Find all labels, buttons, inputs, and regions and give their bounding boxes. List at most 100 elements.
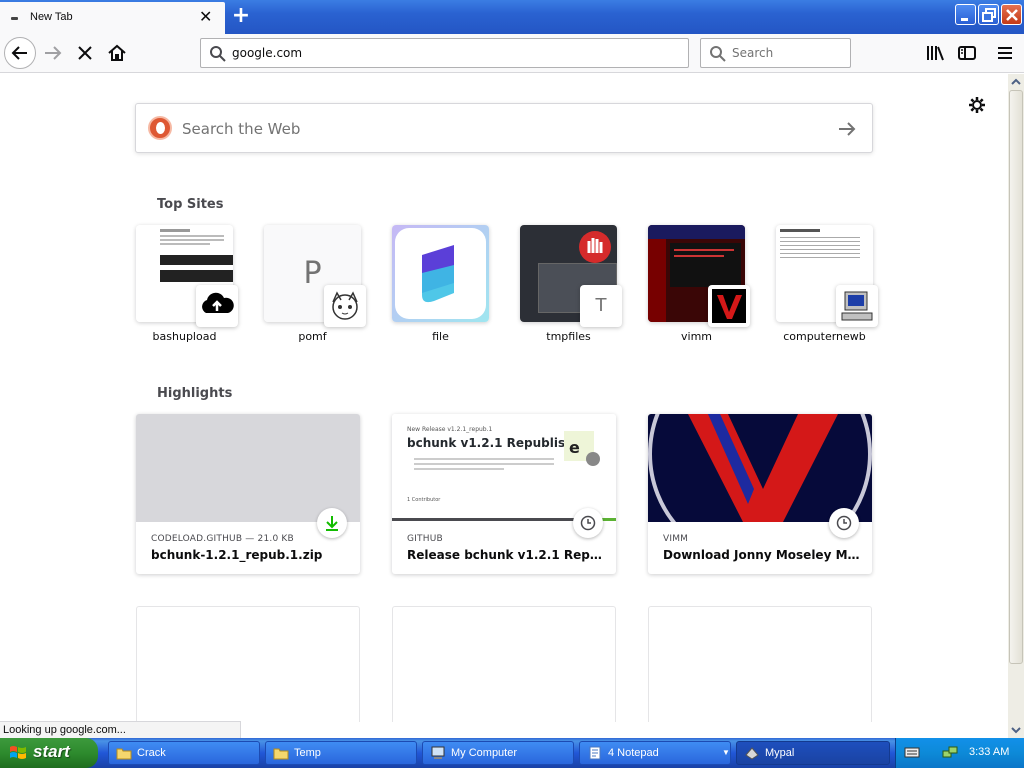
github-icon: e	[564, 431, 600, 466]
close-window-button[interactable]	[1001, 4, 1022, 25]
stop-hand-icon	[579, 231, 611, 263]
sidebar-icon[interactable]	[956, 42, 978, 64]
group-dropdown-icon[interactable]: ▼	[722, 748, 730, 757]
vimm-logo-icon	[708, 285, 750, 327]
top-site-letter-badge: T	[580, 285, 622, 327]
my-computer-icon	[431, 746, 445, 759]
file-logo-icon	[392, 225, 489, 322]
empty-placeholder-card	[392, 606, 616, 722]
taskbar: start Crack Temp My Computer 4 Notepad ▼…	[0, 738, 1024, 768]
scroll-down-icon[interactable]	[1008, 722, 1024, 738]
highlight-card[interactable]: VIMM Download Jonny Moseley Mad T...	[648, 414, 872, 574]
highlight-title: Download Jonny Moseley Mad T...	[663, 548, 863, 562]
restore-button[interactable]	[978, 4, 999, 25]
top-site-tmpfiles[interactable]: T tmpfiles	[520, 225, 622, 345]
taskbar-item-my-computer[interactable]: My Computer	[422, 741, 574, 765]
tab-close-icon[interactable]: ✕	[199, 9, 212, 25]
folder-icon	[116, 748, 132, 760]
top-site-file[interactable]: file	[392, 225, 489, 345]
new-tab-button[interactable]: +	[229, 3, 253, 29]
folder-icon	[273, 748, 289, 760]
forward-arrow-icon[interactable]	[42, 42, 64, 64]
highlights-heading: Highlights	[157, 386, 233, 401]
thumb-contributors: 1 Contributor	[407, 497, 441, 503]
start-button[interactable]: start	[0, 738, 98, 768]
back-button[interactable]	[4, 37, 36, 69]
stop-icon[interactable]	[74, 42, 96, 64]
top-site-bashupload[interactable]: bashupload	[136, 225, 238, 345]
anime-avatar-icon	[324, 285, 366, 327]
mypal-icon	[745, 747, 759, 760]
navigation-toolbar: google.com Search	[0, 34, 1024, 73]
highlight-title: Release bchunk v1.2.1 Republish ...	[407, 548, 607, 562]
highlight-thumbnail	[648, 414, 872, 522]
scrollbar-thumb[interactable]	[1009, 90, 1023, 664]
search-placeholder: Search	[732, 46, 774, 60]
taskbar-item-mypal[interactable]: Mypal	[736, 741, 890, 765]
top-site-label: tmpfiles	[546, 330, 591, 343]
url-bar[interactable]: google.com	[200, 38, 689, 68]
top-site-computernewb[interactable]: computernewb	[776, 225, 878, 345]
search-icon	[710, 46, 726, 62]
tab-strip: New Tab ✕ +	[0, 0, 1024, 34]
taskbar-item-temp[interactable]: Temp	[265, 741, 417, 765]
new-tab-page: Search the Web Top Sites bashupload P po…	[0, 74, 1008, 722]
top-site-label: vimm	[681, 330, 712, 343]
minimize-icon	[961, 18, 968, 21]
clock: 3:33 AM	[969, 746, 1010, 758]
system-tray: 3:33 AM	[895, 738, 1024, 768]
windows-logo-icon	[10, 746, 26, 759]
thumb-heading: bchunk v1.2.1 Republish	[407, 436, 574, 450]
loading-throbber-icon	[11, 17, 18, 20]
back-arrow-icon	[11, 46, 27, 60]
top-site-label: pomf	[298, 330, 327, 343]
hamburger-menu-icon[interactable]	[994, 42, 1016, 64]
web-search-box[interactable]: Search the Web	[135, 103, 873, 153]
top-site-pomf[interactable]: P pomf	[264, 225, 366, 345]
taskbar-item-crack[interactable]: Crack	[108, 741, 260, 765]
scroll-up-icon[interactable]	[1008, 74, 1024, 90]
minimize-button[interactable]	[955, 4, 976, 25]
download-icon	[317, 508, 347, 538]
svg-text:e: e	[569, 438, 580, 457]
top-sites-heading: Top Sites	[157, 197, 224, 212]
notepad-icon	[589, 746, 601, 760]
clock-icon	[829, 508, 859, 538]
restore-icon	[982, 8, 996, 22]
top-site-label: file	[432, 330, 449, 343]
taskbar-item-notepad[interactable]: 4 Notepad ▼	[579, 741, 731, 765]
keyboard-icon[interactable]	[904, 745, 920, 759]
highlight-card[interactable]: CODELOAD.GITHUB — 21.0 KB bchunk-1.2.1_r…	[136, 414, 360, 574]
library-icon[interactable]	[924, 42, 946, 64]
highlight-card[interactable]: New Release v1.2.1_repub.1 bchunk v1.2.1…	[392, 414, 616, 574]
top-site-label: bashupload	[152, 330, 217, 343]
highlight-title: bchunk-1.2.1_repub.1.zip	[151, 548, 323, 562]
tab-new-tab[interactable]: New Tab ✕	[0, 2, 225, 34]
home-icon[interactable]	[106, 42, 128, 64]
highlight-source: VIMM	[663, 534, 689, 544]
highlight-source: GITHUB	[407, 534, 443, 544]
close-icon	[1006, 9, 1018, 21]
search-box[interactable]: Search	[700, 38, 851, 68]
network-icon[interactable]	[942, 745, 958, 761]
url-text: google.com	[232, 46, 303, 60]
highlight-source: CODELOAD.GITHUB — 21.0 KB	[151, 534, 294, 544]
thumb-kicker: New Release v1.2.1_repub.1	[407, 426, 493, 433]
empty-placeholder-card	[136, 606, 360, 722]
highlight-thumbnail: New Release v1.2.1_repub.1 bchunk v1.2.1…	[392, 414, 616, 522]
search-icon	[210, 46, 226, 62]
gear-icon[interactable]	[966, 94, 988, 116]
clock-icon	[573, 508, 603, 538]
tab-title: New Tab	[30, 11, 73, 23]
duckduckgo-icon	[148, 116, 172, 140]
computer-icon	[836, 285, 878, 327]
top-site-vimm[interactable]: vimm	[648, 225, 750, 345]
vertical-scrollbar[interactable]	[1008, 74, 1024, 738]
arrow-right-icon[interactable]	[836, 118, 858, 140]
web-search-placeholder: Search the Web	[182, 120, 301, 138]
start-label: start	[33, 742, 70, 761]
empty-placeholder-card	[648, 606, 872, 722]
highlight-thumbnail	[136, 414, 360, 522]
cloud-upload-icon	[196, 285, 238, 327]
top-site-label: computernewb	[783, 330, 866, 343]
